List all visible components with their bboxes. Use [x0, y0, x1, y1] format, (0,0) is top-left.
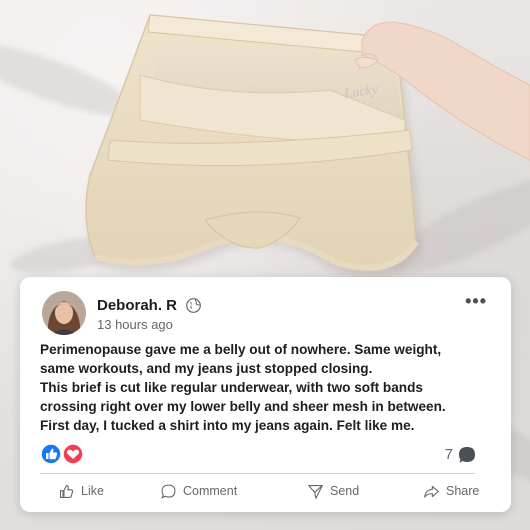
globe-icon [186, 298, 201, 313]
comment-bubble-icon[interactable] [457, 445, 477, 465]
like-button[interactable]: Like [58, 480, 104, 502]
post-body-line: crossing right over my lower belly and s… [40, 399, 446, 414]
share-icon [424, 485, 439, 498]
share-label: Share [446, 484, 480, 498]
send-icon [308, 484, 323, 499]
post-body-line: This brief is cut like regular underwear… [40, 380, 423, 395]
post-body: Perimenopause gave me a belly out of now… [40, 340, 500, 435]
more-dots-icon[interactable]: ••• [465, 291, 487, 312]
share-button[interactable]: Share [423, 480, 479, 502]
social-post-card: Deborah. R 13 hours ago ••• Perimenopaus… [20, 277, 511, 512]
author-name[interactable]: Deborah. R [97, 297, 177, 314]
comment-count[interactable]: 7 [445, 446, 453, 463]
reaction-summary[interactable] [40, 443, 86, 465]
comment-button[interactable]: Comment [160, 480, 237, 502]
post-body-line: Perimenopause gave me a belly out of now… [40, 342, 442, 357]
love-reaction-icon [62, 443, 84, 465]
send-label: Send [330, 484, 360, 498]
thumbs-up-icon [59, 484, 74, 498]
send-button[interactable]: Send [307, 480, 359, 502]
comment-icon [161, 484, 176, 499]
divider [40, 473, 475, 474]
post-body-line: First day, I tucked a shirt into my jean… [40, 418, 415, 433]
like-label: Like [81, 484, 104, 498]
post-timestamp[interactable]: 13 hours ago [97, 317, 173, 332]
post-body-line: same workouts, and my jeans just stopped… [40, 361, 373, 376]
like-reaction-icon [40, 443, 62, 465]
avatar[interactable] [42, 291, 86, 335]
comment-label: Comment [183, 484, 238, 498]
